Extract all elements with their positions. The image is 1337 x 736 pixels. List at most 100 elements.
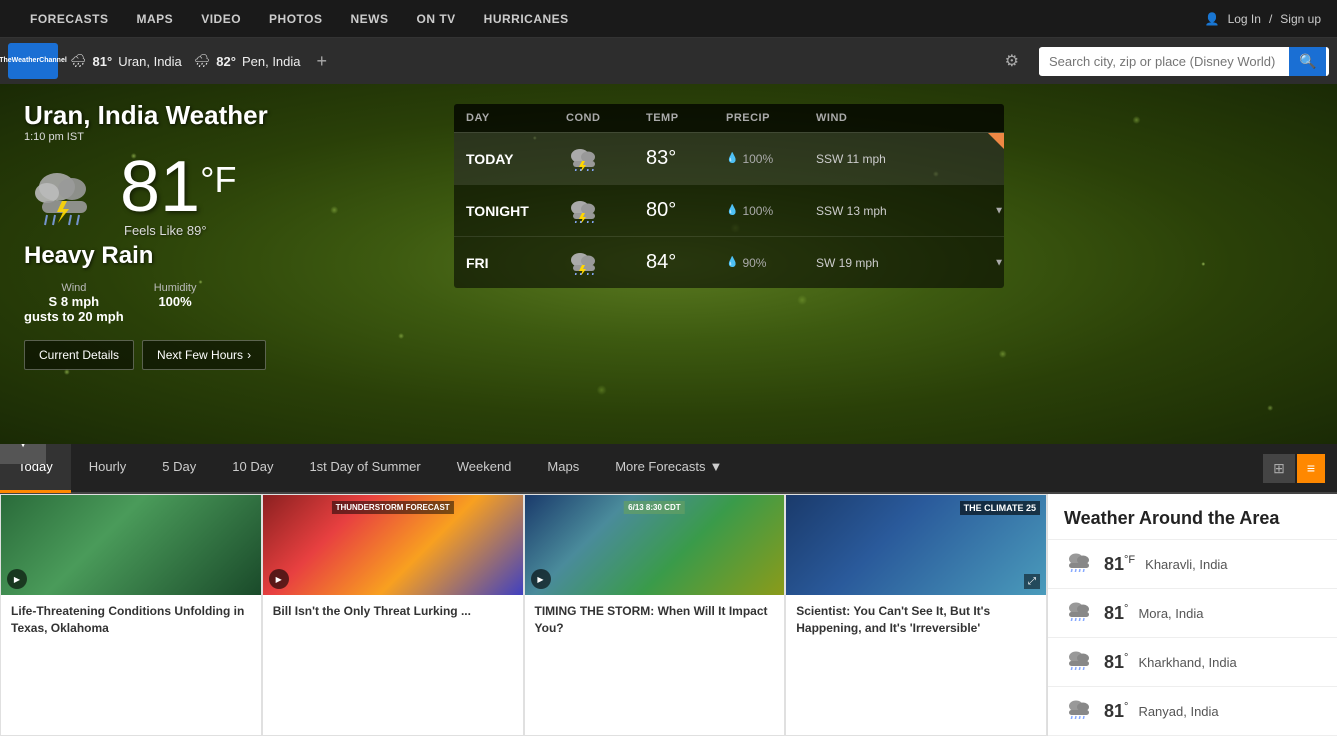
storm-date-label: 6/13 8:30 CDT [624, 501, 684, 514]
user-icon: 👤 [1205, 12, 1220, 26]
nearby-item-1[interactable]: 81°F Kharavli, India [1048, 540, 1337, 589]
news-title-3: TIMING THE STORM: When Will It Impact Yo… [535, 603, 775, 637]
sidebar: Weather Around the Area 81°F Kharavli, I… [1047, 494, 1337, 736]
news-body-4: Scientist: You Can't See It, But It's Ha… [786, 595, 1046, 645]
next-few-hours-button[interactable]: Next Few Hours › [142, 340, 266, 370]
temp-number-area: 81 °F Feels Like 89° [120, 151, 236, 238]
nav-forecasts[interactable]: FORECASTS [16, 0, 123, 38]
news-card-4[interactable]: THE CLIMATE 25 ⤢ Scientist: You Can't Se… [785, 494, 1047, 736]
row-arrow-tonight: ▼ [994, 205, 1004, 216]
news-card-2[interactable]: ▶ THUNDERSTORM FORECAST Bill Isn't the O… [262, 494, 524, 736]
temp-2: 82° [216, 54, 236, 69]
forecast-row-tonight[interactable]: ▼ TONIGHT 80 [454, 184, 1004, 236]
row-arrow-fri: ▼ [994, 257, 1004, 268]
grid-view-button[interactable]: ⊞ [1263, 454, 1295, 483]
precip-icon-tonight: 💧 [726, 205, 738, 216]
thunderstorm-label: THUNDERSTORM FORECAST [332, 501, 454, 514]
temp-fri: 84° [646, 251, 726, 274]
sidebar-title: Weather Around the Area [1048, 494, 1337, 540]
temp-unit: °F [200, 159, 236, 201]
settings-icon[interactable]: ⚙ [997, 51, 1027, 71]
news-body-2: Bill Isn't the Only Threat Lurking ... [263, 595, 523, 628]
nearby-name-2: Mora, India [1138, 606, 1203, 621]
news-card-1[interactable]: ▶ Life-Threatening Conditions Unfolding … [0, 494, 262, 736]
wind-today: SSW 11 mph [816, 152, 976, 166]
city-2: Pen, India [242, 54, 301, 69]
nav-photos[interactable]: PHOTOS [255, 0, 336, 38]
nearby-name-1: Kharavli, India [1145, 557, 1227, 572]
nearby-item-3[interactable]: 81° Kharkhand, India [1048, 638, 1337, 687]
precip-today: 💧 100% [726, 152, 816, 166]
tab-maps[interactable]: Maps [529, 443, 597, 493]
forecast-row-today[interactable]: TODAY 83° [454, 132, 1004, 184]
tab-summer[interactable]: 1st Day of Summer [291, 443, 438, 493]
view-toggle: ⊞ ≡ [1263, 454, 1337, 483]
nav-news[interactable]: NEWS [337, 0, 403, 38]
news-title-2: Bill Isn't the Only Threat Lurking ... [273, 603, 513, 620]
temp-1: 81° [93, 54, 113, 69]
cond-icon-tonight [566, 195, 646, 226]
wind-label: Wind [24, 282, 124, 294]
nearby-item-2[interactable]: 81° Mora, India [1048, 589, 1337, 638]
nearby-temp-2: 81° [1104, 603, 1128, 624]
search-bar: 🔍 [1039, 47, 1329, 76]
rain-cloud-icon-1 [1064, 550, 1094, 578]
news-title-4: Scientist: You Can't See It, But It's Ha… [796, 603, 1036, 637]
more-forecasts-label: More Forecasts [615, 459, 705, 474]
login-link[interactable]: Log In [1228, 12, 1261, 26]
news-thumb-4: THE CLIMATE 25 ⤢ [786, 495, 1046, 595]
col-precip: PRECIP [726, 112, 816, 124]
humidity-value: 100% [154, 294, 197, 309]
nav-ontv[interactable]: ON TV [403, 0, 470, 38]
news-card-3[interactable]: ▶ 6/13 8:30 CDT TIMING THE STORM: When W… [524, 494, 786, 736]
precip-tonight: 💧 100% [726, 204, 816, 218]
weather-right: DAY COND TEMP PRECIP WIND TODAY [454, 100, 1313, 370]
nav-video[interactable]: VIDEO [187, 0, 255, 38]
search-input[interactable] [1039, 48, 1289, 75]
news-thumb-1: ▶ [1, 495, 261, 595]
nearby-temp-4: 81° [1104, 701, 1128, 722]
rain-cloud-icon-3 [1064, 648, 1094, 676]
tab-weekend[interactable]: Weekend [439, 443, 530, 493]
nav-hurricanes[interactable]: HURRICANES [470, 0, 583, 38]
corner-arrow [988, 133, 1004, 149]
tab-5day[interactable]: 5 Day [144, 443, 214, 493]
time-label: 1:10 pm IST [24, 131, 424, 143]
tab-more-forecasts[interactable]: More Forecasts ▼ [597, 443, 740, 493]
precip-icon-today: 💧 [726, 153, 738, 164]
nav-maps[interactable]: MAPS [123, 0, 188, 38]
search-button[interactable]: 🔍 [1289, 47, 1326, 76]
cond-icon-fri [566, 247, 646, 278]
list-view-button[interactable]: ≡ [1297, 454, 1325, 483]
temp-tonight: 80° [646, 199, 726, 222]
nearby-temp-3: 81° [1104, 652, 1128, 673]
rain-icon-2: 🌧 [194, 53, 211, 69]
location-chip-2[interactable]: 🌧 82° Pen, India [194, 53, 301, 69]
forecast-table: DAY COND TEMP PRECIP WIND TODAY [454, 104, 1004, 288]
humidity-item: Humidity 100% [154, 282, 197, 324]
tab-10day[interactable]: 10 Day [214, 443, 291, 493]
tab-bar: Today Hourly 5 Day 10 Day 1st Day of Sum… [0, 444, 1337, 494]
nearby-temp-1: 81°F [1104, 554, 1135, 575]
hero-section: Uran, India Weather 1:10 pm IST [0, 84, 1337, 444]
location-chip-1[interactable]: 🌧 81° Uran, India [70, 53, 182, 69]
tab-hourly[interactable]: Hourly [71, 443, 145, 493]
wind-item: Wind S 8 mph gusts to 20 mph [24, 282, 124, 324]
nav-items: FORECASTS MAPS VIDEO PHOTOS NEWS ON TV H… [16, 0, 583, 38]
nearby-item-4[interactable]: 81° Ranyad, India [1048, 687, 1337, 736]
rain-icon-1: 🌧 [70, 53, 87, 69]
twc-logo[interactable]: The Weather Channel [8, 43, 58, 79]
add-location-button[interactable]: + [313, 51, 332, 72]
auth-separator: / [1269, 12, 1272, 26]
climate-badge: THE CLIMATE 25 [960, 501, 1040, 515]
temp-today: 83° [646, 147, 726, 170]
forecast-header: DAY COND TEMP PRECIP WIND [454, 104, 1004, 132]
forecast-row-fri[interactable]: ▼ FRI 84° [454, 236, 1004, 288]
play-icon-1: ▶ [7, 569, 27, 589]
humidity-label: Humidity [154, 282, 197, 294]
condition-text: Heavy Rain [24, 242, 424, 270]
expand-icon: ⤢ [1024, 574, 1040, 589]
wind-humidity: Wind S 8 mph gusts to 20 mph Humidity 10… [24, 282, 424, 324]
current-details-button[interactable]: Current Details [24, 340, 134, 370]
signup-link[interactable]: Sign up [1280, 12, 1321, 26]
